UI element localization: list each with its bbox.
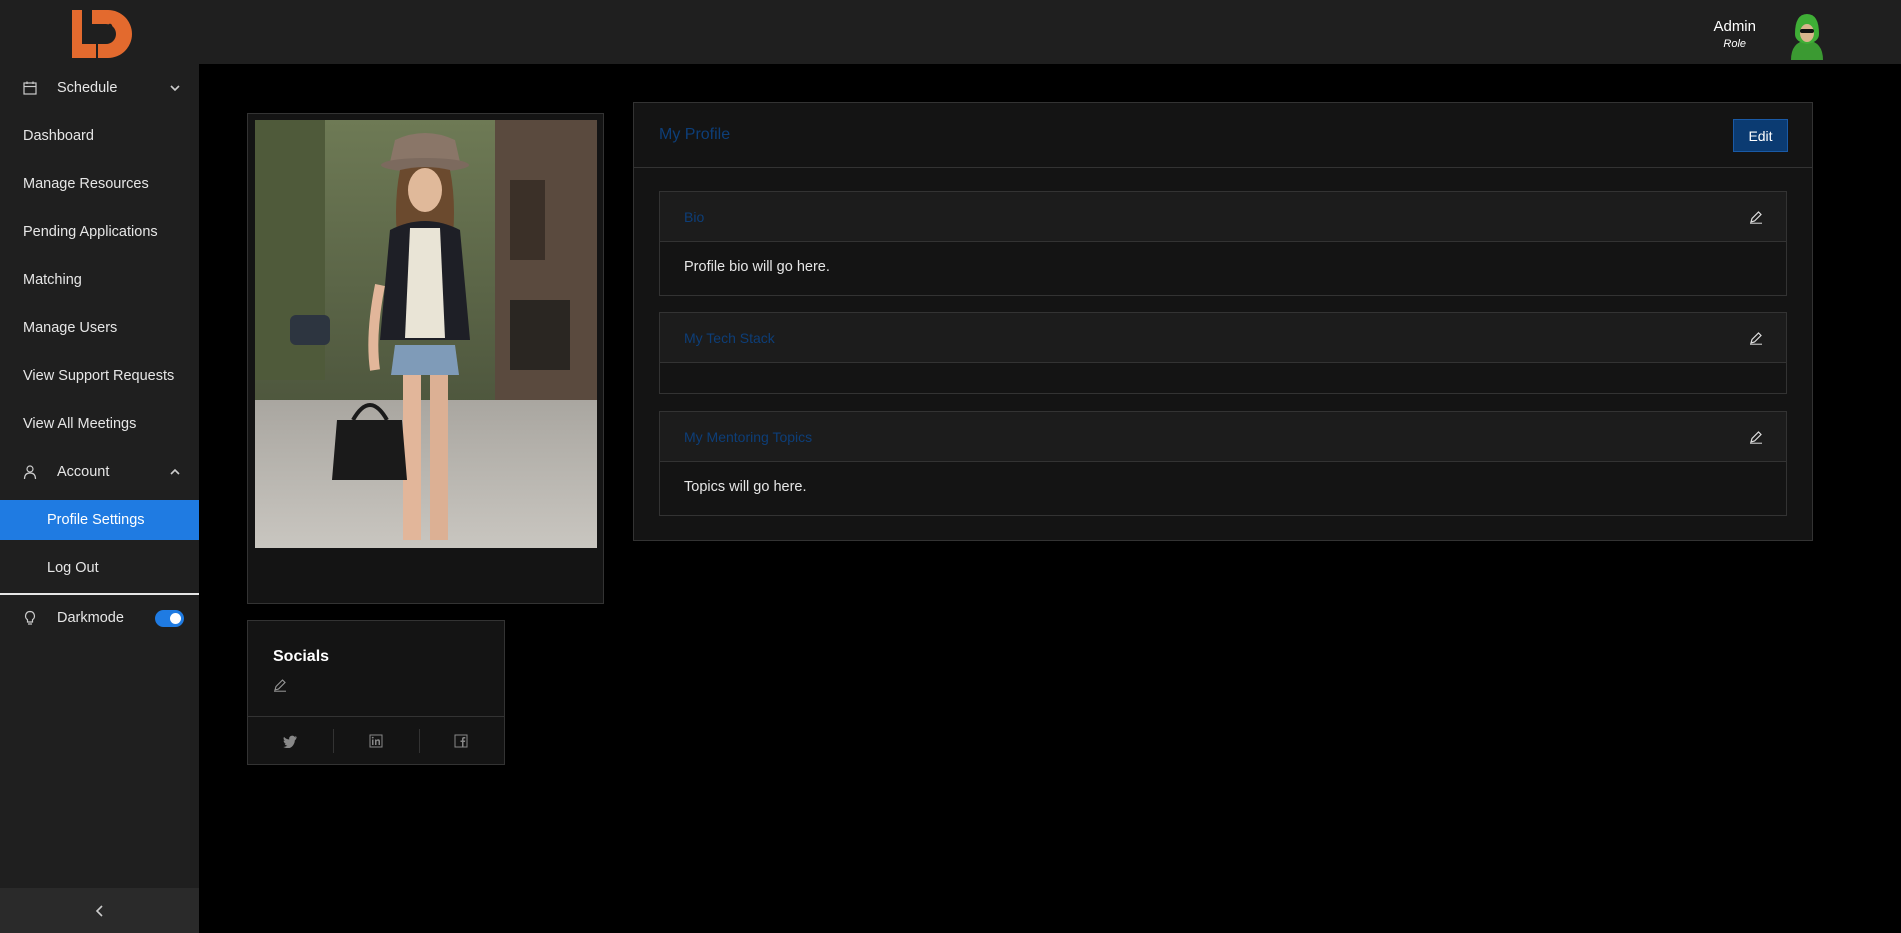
profile-title: My Profile <box>659 126 731 143</box>
twitter-icon <box>283 735 298 748</box>
chevron-left-icon <box>95 904 103 917</box>
sidebar-item-label: View Support Requests <box>23 368 175 384</box>
sidebar-item-log-out[interactable]: Log Out <box>0 548 199 588</box>
sidebar-item-label: Darkmode <box>57 610 124 626</box>
sidebar-item-matching[interactable]: Matching <box>0 260 199 300</box>
section-body: Profile bio will go here. <box>660 242 1786 295</box>
profile-photo-card <box>247 113 604 604</box>
chevron-up-icon <box>170 468 180 475</box>
sidebar-item-label: View All Meetings <box>23 416 137 432</box>
sidebar-collapse-button[interactable] <box>0 888 199 933</box>
topics-text: Topics will go here. <box>684 479 807 495</box>
section-body: Topics will go here. <box>660 462 1786 515</box>
sidebar-item-schedule[interactable]: Schedule <box>0 68 199 108</box>
profile-photo[interactable] <box>255 120 597 548</box>
section-title: Bio <box>684 209 705 225</box>
social-linkedin[interactable] <box>333 717 418 765</box>
section-body <box>660 363 1786 393</box>
facebook-icon <box>454 734 468 748</box>
user-info[interactable]: Admin Role <box>1713 18 1756 50</box>
sidebar-item-manage-resources[interactable]: Manage Resources <box>0 164 199 204</box>
mentoring-topics-section: My Mentoring Topics Topics will go here. <box>659 411 1787 516</box>
sidebar-item-label: Matching <box>23 272 82 288</box>
socials-title: Socials <box>273 648 330 665</box>
bio-text: Profile bio will go here. <box>684 259 830 275</box>
social-links <box>248 717 504 765</box>
lightbulb-icon <box>24 610 36 625</box>
sidebar-item-label: Pending Applications <box>23 224 158 240</box>
sidebar-item-darkmode: Darkmode <box>0 598 199 638</box>
sidebar-item-view-all-meetings[interactable]: View All Meetings <box>0 404 199 444</box>
section-header: Bio <box>660 192 1786 242</box>
user-icon <box>23 465 37 480</box>
profile-card-header: My Profile Edit <box>634 103 1812 168</box>
top-header: Admin Role <box>0 0 1901 64</box>
sidebar-item-label: Account <box>57 464 110 480</box>
avatar[interactable] <box>1785 12 1829 60</box>
sidebar-divider <box>0 593 199 595</box>
sidebar-item-dashboard[interactable]: Dashboard <box>0 116 199 156</box>
sidebar-item-label: Dashboard <box>23 128 94 144</box>
pencil-icon[interactable] <box>273 678 287 692</box>
pencil-icon[interactable] <box>1749 210 1763 224</box>
sidebar-item-label: Log Out <box>47 560 99 576</box>
bio-section: Bio Profile bio will go here. <box>659 191 1787 296</box>
section-header: My Tech Stack <box>660 313 1786 363</box>
sidebar-item-label: Profile Settings <box>47 512 145 528</box>
sidebar-item-pending-applications[interactable]: Pending Applications <box>0 212 199 252</box>
social-facebook[interactable] <box>418 717 504 765</box>
pencil-icon[interactable] <box>1749 430 1763 444</box>
logo-icon[interactable] <box>70 8 134 60</box>
sidebar-item-label: Schedule <box>57 80 118 96</box>
linkedin-icon <box>369 734 383 748</box>
user-role: Role <box>1723 38 1747 50</box>
darkmode-toggle[interactable] <box>155 609 184 627</box>
sidebar-item-view-support-requests[interactable]: View Support Requests <box>0 356 199 396</box>
section-header: My Mentoring Topics <box>660 412 1786 462</box>
section-title: My Tech Stack <box>684 330 775 346</box>
my-profile-card: My Profile Edit Bio Profile bio will go … <box>633 102 1813 541</box>
sidebar-item-account[interactable]: Account <box>0 452 199 492</box>
sidebar-item-profile-settings[interactable]: Profile Settings <box>0 500 199 540</box>
socials-card: Socials <box>247 620 505 765</box>
tech-stack-section: My Tech Stack <box>659 312 1787 394</box>
calendar-icon <box>23 81 37 95</box>
sidebar-item-label: Manage Users <box>23 320 118 336</box>
sidebar-item-label: Manage Resources <box>23 176 149 192</box>
sidebar: Schedule Dashboard Manage Resources Pend… <box>0 64 199 933</box>
social-twitter[interactable] <box>248 717 333 765</box>
pencil-icon[interactable] <box>1749 331 1763 345</box>
user-name: Admin <box>1713 18 1756 35</box>
edit-button[interactable]: Edit <box>1733 119 1788 152</box>
section-title: My Mentoring Topics <box>684 429 813 445</box>
sidebar-item-manage-users[interactable]: Manage Users <box>0 308 199 348</box>
chevron-down-icon <box>170 85 180 92</box>
